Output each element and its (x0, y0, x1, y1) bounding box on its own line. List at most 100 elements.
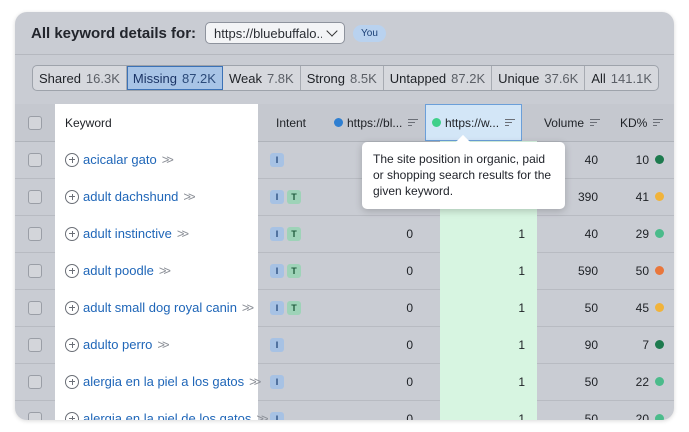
double-chevron-right-icon[interactable]: >> (183, 189, 195, 204)
header-keyword[interactable]: Keyword (55, 104, 258, 141)
filter-unique-button[interactable]: Unique 37.6K (492, 66, 586, 90)
row-checkbox[interactable] (28, 300, 42, 315)
row-checkbox[interactable] (28, 337, 42, 352)
header-kd[interactable]: KD% (610, 104, 674, 141)
domain1-position-cell: 0 (324, 363, 425, 400)
row-checkbox[interactable] (28, 152, 42, 167)
keyword-cell: acicalar gato >> (55, 141, 258, 178)
table-row: acicalar gato >> I 40 10 (15, 141, 674, 179)
intent-badge-i: I (270, 189, 284, 204)
domain1-position: 0 (406, 337, 413, 352)
kd-value: 20 (635, 411, 649, 421)
domain1-position: 0 (406, 226, 413, 241)
kd-cell: 29 (610, 215, 674, 252)
intent-badge-i: I (270, 374, 284, 389)
filter-weak-button[interactable]: Weak 7.8K (223, 66, 301, 90)
domain1-position-cell: 0 (324, 326, 425, 363)
header-volume[interactable]: Volume (522, 104, 610, 141)
keyword-link[interactable]: adulto perro (83, 337, 152, 352)
add-keyword-icon[interactable] (65, 189, 79, 204)
select-all-checkbox[interactable] (28, 115, 42, 130)
add-keyword-icon[interactable] (65, 152, 79, 167)
volume-value: 50 (584, 300, 598, 315)
double-chevron-right-icon[interactable]: >> (159, 263, 171, 278)
keyword-cell: adult dachshund >> (55, 178, 258, 215)
domain2-position-cell: 1 (440, 215, 537, 252)
kd-value: 10 (635, 152, 649, 167)
kd-cell: 22 (610, 363, 674, 400)
keyword-link[interactable]: acicalar gato (83, 152, 157, 167)
add-keyword-icon[interactable] (65, 337, 79, 352)
chevron-down-icon (326, 25, 338, 37)
double-chevron-right-icon[interactable]: >> (242, 300, 254, 315)
domain-select[interactable]: https://bluebuffalo.... (205, 22, 346, 44)
row-checkbox-cell (15, 178, 55, 215)
domain2-position: 1 (518, 374, 525, 389)
table-row: adulto perro >> I 0 1 90 7 (15, 326, 674, 364)
filter-missing-button[interactable]: Missing 87.2K (126, 66, 223, 90)
kd-difficulty-dot-icon (655, 303, 664, 312)
row-checkbox[interactable] (28, 411, 42, 420)
intent-cell: I (258, 141, 324, 178)
intent-cell: IT (258, 215, 324, 252)
sort-icon (590, 117, 600, 129)
domain2-position: 1 (518, 411, 525, 421)
kd-difficulty-dot-icon (655, 377, 664, 386)
filter-count: 87.2K (451, 70, 486, 86)
add-keyword-icon[interactable] (65, 226, 79, 241)
row-checkbox-cell (15, 252, 55, 289)
add-keyword-icon[interactable] (65, 374, 79, 389)
header-domain1-label: https://bl... (347, 115, 403, 130)
add-keyword-icon[interactable] (65, 411, 79, 420)
header-volume-label: Volume (543, 115, 584, 130)
domain1-position: 0 (406, 374, 413, 389)
add-keyword-icon[interactable] (65, 263, 79, 278)
filter-count: 37.6K (544, 70, 579, 86)
filter-label: Missing (132, 70, 177, 86)
keyword-link[interactable]: alergia en la piel a los gatos (83, 374, 244, 389)
card-title: All keyword details for: (31, 24, 197, 42)
kd-value: 22 (635, 374, 649, 389)
domain2-position: 1 (518, 263, 525, 278)
domain1-position: 0 (406, 300, 413, 315)
keyword-link[interactable]: adult dachshund (83, 189, 178, 204)
domain2-position-cell: 1 (440, 363, 537, 400)
keyword-link[interactable]: adult instinctive (83, 226, 172, 241)
kd-value: 7 (642, 337, 649, 352)
intent-badge-i: I (270, 226, 284, 241)
volume-cell: 40 (537, 215, 610, 252)
row-checkbox[interactable] (28, 374, 42, 389)
double-chevron-right-icon[interactable]: >> (177, 226, 189, 241)
filter-shared-button[interactable]: Shared 16.3K (33, 66, 127, 90)
domain2-position: 1 (518, 337, 525, 352)
row-checkbox[interactable] (28, 226, 42, 241)
double-chevron-right-icon[interactable]: >> (157, 337, 169, 352)
keyword-link[interactable]: adult poodle (83, 263, 154, 278)
filter-strong-button[interactable]: Strong 8.5K (301, 66, 384, 90)
row-checkbox[interactable] (28, 189, 42, 204)
table-row: adult dachshund >> I T 390 41 (15, 178, 674, 216)
add-keyword-icon[interactable] (65, 300, 79, 315)
header-domain2[interactable]: https://w... (425, 104, 522, 141)
domain1-position: 0 (406, 263, 413, 278)
header-keyword-label: Keyword (65, 115, 112, 130)
intent-badge-i: I (270, 411, 284, 420)
intent-cell: IT (258, 178, 324, 215)
header-kd-label: KD% (620, 115, 648, 130)
header-domain1[interactable]: https://bl... (324, 104, 425, 141)
intent-badge-t: T (287, 226, 301, 241)
double-chevron-right-icon[interactable]: >> (249, 374, 261, 389)
filter-all-button[interactable]: All 141.1K (585, 66, 658, 90)
keyword-link[interactable]: alergia en la piel de los gatos (83, 411, 251, 420)
keyword-link[interactable]: adult small dog royal canin (83, 300, 237, 315)
intent-badge-i: I (270, 300, 284, 315)
intent-badge-t: T (287, 263, 301, 278)
volume-value: 90 (584, 337, 598, 352)
domain2-position-cell: 1 (440, 289, 537, 326)
keyword-cell: adult poodle >> (55, 252, 258, 289)
kd-cell: 20 (610, 400, 674, 420)
row-checkbox[interactable] (28, 263, 42, 278)
card-header: All keyword details for: https://bluebuf… (15, 12, 674, 54)
double-chevron-right-icon[interactable]: >> (162, 152, 174, 167)
filter-untapped-button[interactable]: Untapped 87.2K (384, 66, 493, 90)
